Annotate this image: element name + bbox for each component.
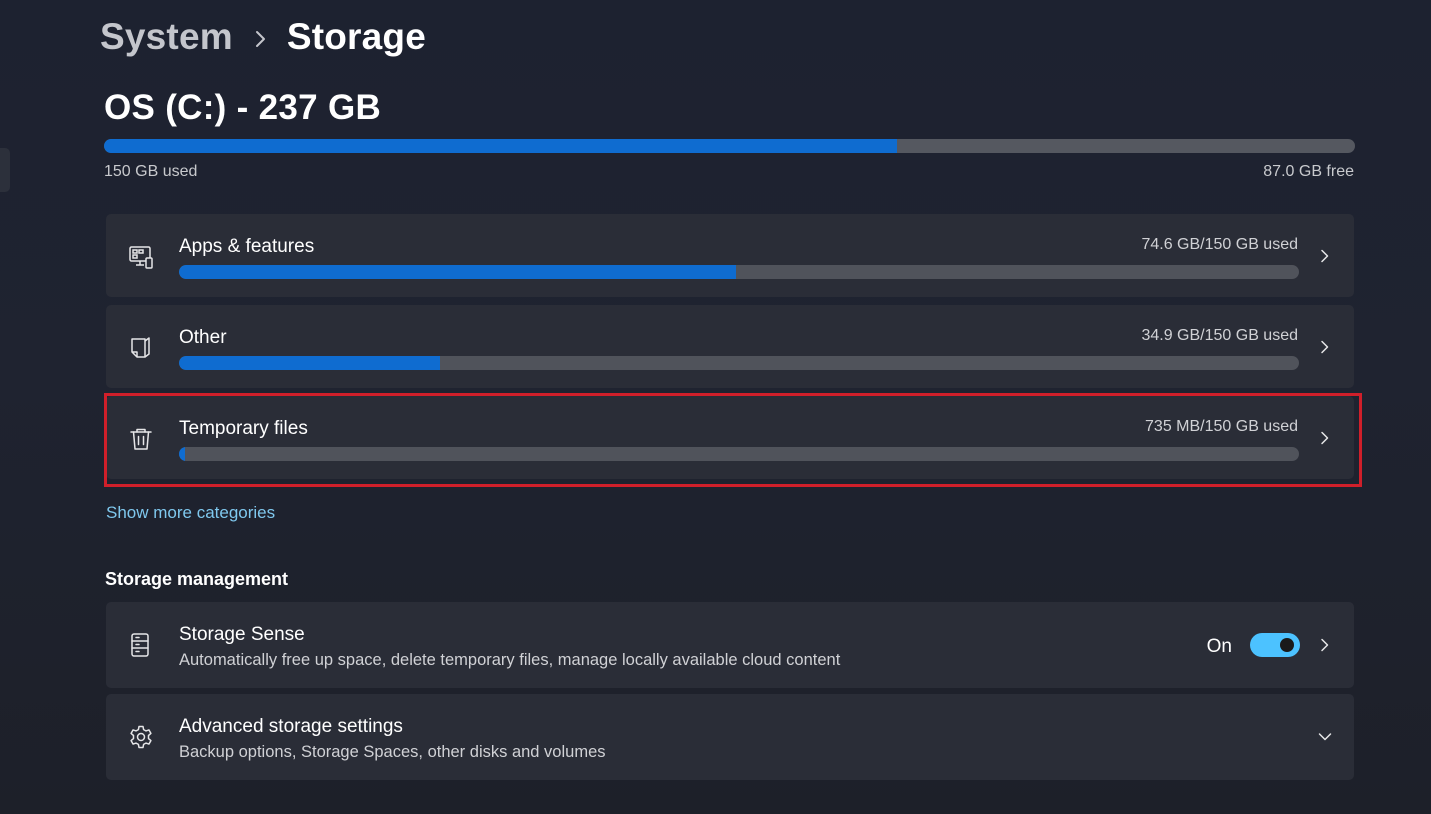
category-temporary-files[interactable]: Temporary files 735 MB/150 GB used bbox=[106, 396, 1354, 479]
category-label: Apps & features bbox=[179, 236, 315, 257]
category-usage-bar bbox=[179, 265, 1299, 279]
storage-sense-card[interactable]: Storage Sense Automatically free up spac… bbox=[106, 602, 1354, 688]
chevron-right-icon bbox=[233, 16, 287, 58]
storage-sense-toggle-state: On bbox=[1206, 636, 1232, 657]
storage-management-header: Storage management bbox=[105, 569, 289, 589]
document-icon bbox=[128, 335, 154, 361]
category-apps-features[interactable]: Apps & features 74.6 GB/150 GB used bbox=[106, 214, 1354, 297]
category-usage-bar bbox=[179, 447, 1299, 461]
storage-sense-label: Storage Sense bbox=[179, 624, 305, 645]
trash-icon bbox=[128, 426, 154, 452]
chevron-down-icon bbox=[1318, 730, 1332, 744]
category-usage: 74.6 GB/150 GB used bbox=[1141, 236, 1298, 253]
chevron-right-icon bbox=[1318, 340, 1332, 354]
page-title: Storage bbox=[286, 16, 427, 57]
storage-sense-description: Automatically free up space, delete temp… bbox=[179, 651, 841, 669]
drive-used-label: 150 GB used bbox=[104, 163, 198, 180]
category-usage-bar bbox=[179, 356, 1299, 370]
chevron-right-icon bbox=[1318, 638, 1332, 652]
category-label: Temporary files bbox=[179, 418, 308, 439]
storage-sense-toggle[interactable] bbox=[1250, 633, 1300, 657]
category-usage: 735 MB/150 GB used bbox=[1145, 418, 1298, 435]
category-usage-fill bbox=[179, 265, 736, 279]
drive-free-label: 87.0 GB free bbox=[1263, 163, 1354, 180]
advanced-storage-description: Backup options, Storage Spaces, other di… bbox=[179, 743, 606, 761]
category-usage-fill bbox=[179, 447, 185, 461]
drive-usage-fill bbox=[104, 139, 898, 153]
category-usage-fill bbox=[179, 356, 440, 370]
gear-icon bbox=[128, 724, 154, 750]
advanced-storage-label: Advanced storage settings bbox=[179, 716, 403, 737]
category-label: Other bbox=[179, 327, 227, 348]
chevron-right-icon bbox=[1318, 431, 1332, 445]
nav-pane-edge bbox=[0, 148, 10, 192]
toggle-knob bbox=[1280, 638, 1294, 652]
drive-usage-bar bbox=[104, 139, 1355, 153]
category-other[interactable]: Other 34.9 GB/150 GB used bbox=[106, 305, 1354, 388]
advanced-storage-settings-card[interactable]: Advanced storage settings Backup options… bbox=[106, 694, 1354, 780]
chevron-right-icon bbox=[1318, 249, 1332, 263]
apps-features-icon bbox=[128, 244, 154, 270]
drive-title: OS (C:) - 237 GB bbox=[104, 88, 382, 127]
storage-sense-icon bbox=[128, 632, 154, 658]
category-usage: 34.9 GB/150 GB used bbox=[1141, 327, 1298, 344]
show-more-categories-link[interactable]: Show more categories bbox=[106, 503, 275, 523]
breadcrumb-system[interactable]: System bbox=[100, 16, 233, 58]
breadcrumb: System Storage bbox=[100, 14, 426, 60]
